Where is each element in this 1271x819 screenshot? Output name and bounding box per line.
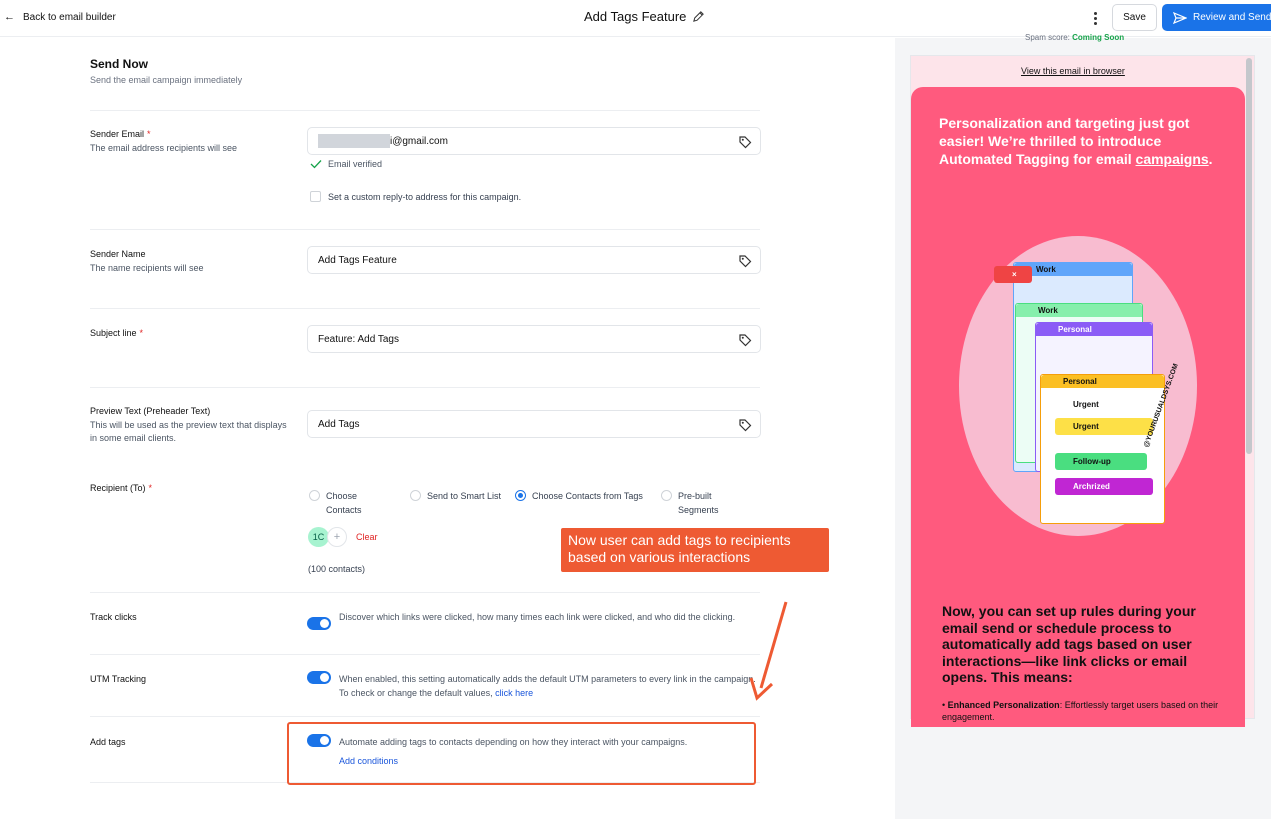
spam-score: Spam score: Coming Soon: [1025, 33, 1125, 42]
sender-email-desc: The email address recipients will see: [90, 143, 238, 153]
pencil-icon[interactable]: [692, 10, 705, 23]
tag-personal: Personal: [1036, 323, 1152, 336]
divider: [90, 110, 760, 111]
divider: [90, 308, 760, 309]
radio-choose-contacts[interactable]: Choose Contacts: [309, 489, 379, 517]
section-title: Send Now: [90, 57, 149, 71]
tag-personal: Personal: [1041, 375, 1164, 388]
tag-archrized: Archrized: [1055, 478, 1153, 495]
subject-value: Feature: Add Tags: [318, 333, 399, 345]
more-options-icon[interactable]: [1087, 9, 1103, 27]
track-clicks-desc: Discover which links were clicked, how m…: [339, 612, 736, 622]
track-clicks-label: Track clicks: [90, 612, 137, 622]
tag-icon[interactable]: [738, 333, 752, 347]
highlight-box: [287, 722, 756, 785]
tag-urgent-2: Urgent: [1055, 418, 1153, 435]
sender-name-desc: The name recipients will see: [90, 263, 204, 273]
annotation-callout: Now user can add tags to recipients base…: [561, 528, 829, 572]
radio-prebuilt-segments[interactable]: Pre-built Segments: [661, 489, 736, 517]
radio-contacts-from-tags[interactable]: Choose Contacts from Tags: [515, 489, 645, 503]
preview-scrollbar[interactable]: [1246, 58, 1252, 454]
track-clicks-toggle[interactable]: [307, 617, 331, 630]
radio-smart-list[interactable]: Send to Smart List: [410, 489, 505, 503]
redacted-email: [318, 134, 390, 148]
radio-label: Choose Contacts: [326, 491, 362, 515]
subject-field[interactable]: Feature: Add Tags: [307, 325, 761, 353]
campaigns-link[interactable]: campaigns: [1136, 151, 1209, 167]
radio-dot-selected[interactable]: [515, 490, 526, 501]
add-tag-icon[interactable]: +: [327, 527, 347, 547]
email-heading: Personalization and targeting just got e…: [939, 115, 1213, 167]
sender-email-field[interactable]: i@gmail.com: [307, 127, 761, 155]
tag-icon[interactable]: [738, 418, 752, 432]
send-icon: [1173, 11, 1187, 24]
sender-name-value: Add Tags Feature: [318, 254, 397, 266]
arrow-left-icon: ←: [4, 11, 15, 23]
sender-name-field[interactable]: Add Tags Feature: [307, 246, 761, 274]
sender-name-label: Sender Name: [90, 249, 146, 259]
divider: [90, 592, 760, 593]
contacts-count: (100 contacts): [308, 564, 366, 574]
email-body-text: Now, you can set up rules during your em…: [942, 603, 1196, 685]
radio-label: Choose Contacts from Tags: [532, 491, 643, 501]
review-and-send-button[interactable]: Review and Send: [1162, 4, 1271, 31]
recipient-label: Recipient (To) *: [90, 483, 153, 493]
back-label: Back to email builder: [23, 11, 116, 23]
tag-urgent-1: Urgent: [1073, 400, 1099, 409]
custom-reply-checkbox[interactable]: Set a custom reply-to address for this c…: [310, 191, 521, 202]
sender-email-label: Sender Email *: [90, 129, 151, 139]
radio-label: Send to Smart List: [427, 491, 502, 501]
divider: [90, 229, 760, 230]
divider: [90, 654, 760, 655]
save-button[interactable]: Save: [1112, 4, 1157, 31]
campaign-title: Add Tags Feature: [584, 9, 687, 24]
section-subtitle: Send the email campaign immediately: [90, 75, 243, 85]
preview-text-value: Add Tags: [318, 418, 360, 430]
review-and-send-label: Review and Send: [1193, 12, 1271, 23]
check-icon: [310, 160, 322, 169]
preview-text-field[interactable]: Add Tags: [307, 410, 761, 438]
sender-email-value: i@gmail.com: [390, 135, 448, 147]
annotation-arrow-icon: [749, 601, 788, 701]
back-to-builder-link[interactable]: ← Back to email builder: [4, 11, 116, 23]
tag-chip[interactable]: 1C: [308, 527, 329, 547]
radio-dot[interactable]: [661, 490, 672, 501]
radio-dot[interactable]: [410, 490, 421, 501]
tag-pill-red: ×: [994, 266, 1032, 283]
tag-icon[interactable]: [738, 135, 752, 149]
radio-label: Pre-built Segments: [678, 491, 719, 515]
preview-text-label: Preview Text (Preheader Text): [90, 406, 211, 416]
email-bullet: • Enhanced Personalization: Effortlessly…: [942, 700, 1219, 722]
checkbox-box[interactable]: [310, 191, 321, 202]
custom-reply-label: Set a custom reply-to address for this c…: [328, 191, 522, 202]
utm-desc: When enabled, this setting automatically…: [339, 674, 756, 698]
add-tags-label: Add tags: [90, 737, 126, 747]
divider: [90, 716, 760, 717]
subject-label: Subject line *: [90, 328, 144, 338]
utm-toggle[interactable]: [307, 671, 331, 684]
clear-button[interactable]: Clear: [356, 532, 378, 542]
top-bar: ← Back to email builder Add Tags Feature…: [0, 0, 1271, 37]
utm-label: UTM Tracking: [90, 674, 147, 684]
tag-follow-up: Follow-up: [1055, 453, 1147, 470]
page-title: Add Tags Feature: [584, 9, 705, 24]
radio-dot[interactable]: [309, 490, 320, 501]
view-in-browser-link[interactable]: View this email in browser: [1021, 66, 1125, 76]
utm-click-here-link[interactable]: click here: [495, 688, 533, 698]
tag-icon[interactable]: [738, 254, 752, 268]
email-verified-status: Email verified: [310, 159, 382, 169]
divider: [90, 387, 760, 388]
preview-text-desc: This will be used as the preview text th…: [90, 420, 287, 443]
verified-text: Email verified: [328, 159, 383, 169]
tag-work: Work: [1016, 304, 1142, 317]
